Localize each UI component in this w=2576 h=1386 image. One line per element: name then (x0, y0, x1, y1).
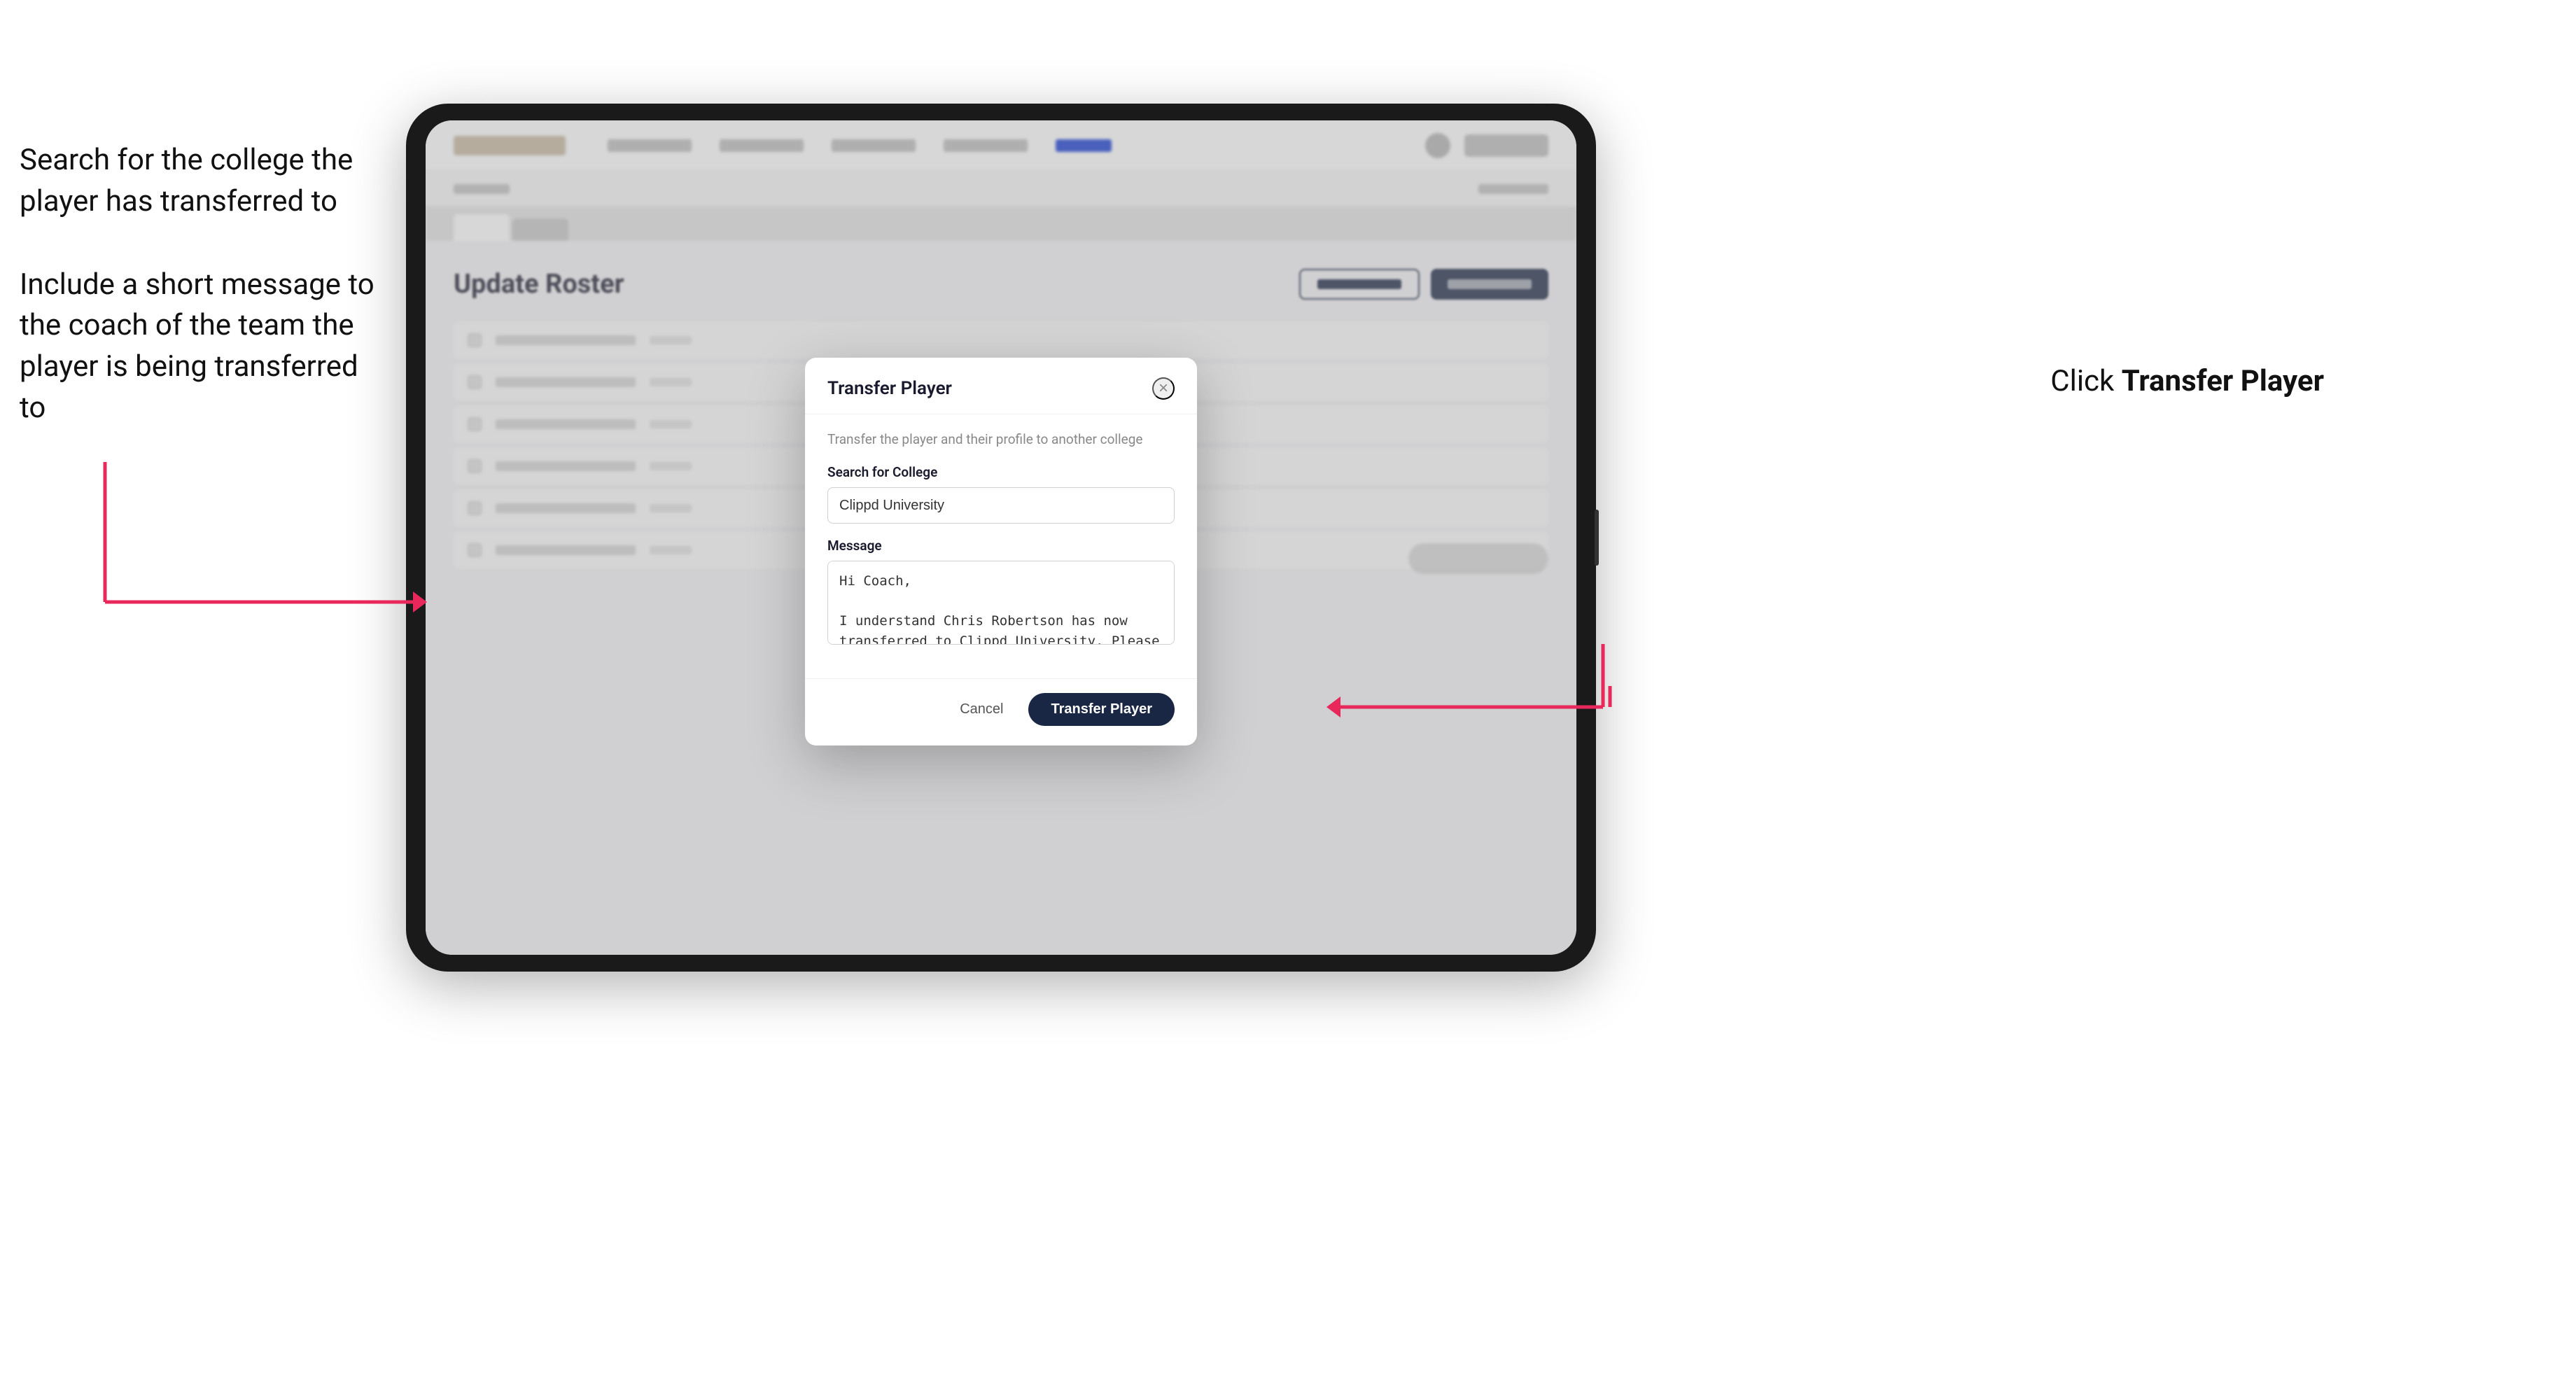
annotation-click-text: Click (2050, 364, 2121, 398)
modal-overlay: Transfer Player × Transfer the player an… (426, 120, 1576, 955)
transfer-player-button[interactable]: Transfer Player (1028, 693, 1175, 726)
dialog-header: Transfer Player × (805, 358, 1197, 414)
dialog-close-button[interactable]: × (1152, 377, 1175, 400)
message-field-group: Message (827, 538, 1175, 648)
annotation-search-text: Search for the college the player has tr… (20, 140, 384, 223)
message-textarea[interactable] (827, 561, 1175, 645)
annotation-message-text: Include a short message to the coach of … (20, 265, 384, 429)
annotation-left-top: Search for the college the player has tr… (20, 140, 384, 471)
cancel-button[interactable]: Cancel (946, 694, 1017, 724)
tablet-screen: Update Roster (426, 120, 1576, 955)
tablet-side-button (1595, 510, 1599, 566)
dialog-title: Transfer Player (827, 378, 952, 399)
search-college-label: Search for College (827, 464, 1175, 480)
dialog-subtitle: Transfer the player and their profile to… (827, 431, 1175, 447)
dialog-footer: Cancel Transfer Player (805, 678, 1197, 746)
search-college-field-group: Search for College (827, 464, 1175, 524)
app-content: Update Roster (426, 120, 1576, 955)
tablet-frame: Update Roster (406, 104, 1596, 972)
annotation-right: Click Transfer Player (2050, 364, 2324, 398)
search-college-input[interactable] (827, 487, 1175, 524)
message-label: Message (827, 538, 1175, 554)
transfer-player-dialog: Transfer Player × Transfer the player an… (805, 358, 1197, 746)
dialog-body: Transfer the player and their profile to… (805, 414, 1197, 678)
annotation-transfer-bold: Transfer Player (2122, 364, 2324, 398)
